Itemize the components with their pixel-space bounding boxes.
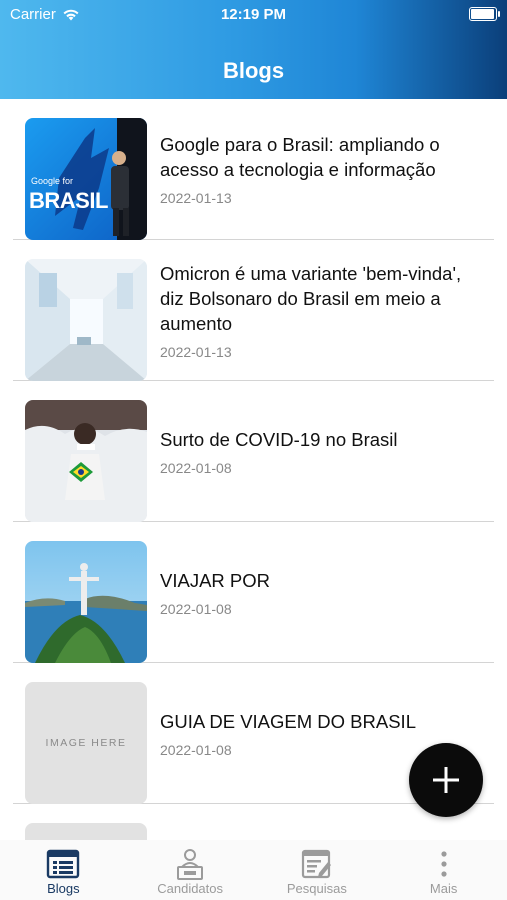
- plus-icon: [433, 767, 459, 793]
- thumb-caption: BRASIL: [29, 188, 108, 213]
- covid-protest-image: [25, 400, 147, 522]
- post-thumbnail-placeholder: IMAGE HERE: [25, 682, 147, 804]
- post-date: 2022-01-08: [160, 459, 232, 476]
- blog-list-item[interactable]: VIAJAR POR 2022-01-08: [13, 522, 494, 663]
- tab-label: Candidatos: [157, 881, 224, 896]
- post-title: Surto de COVID-19 no Brasil: [160, 428, 398, 450]
- tab-bar: Blogs Candidatos Pesquisas Mais: [0, 840, 507, 900]
- battery-icon: [469, 7, 500, 21]
- post-date: 2022-01-13: [160, 343, 232, 360]
- post-thumbnail-rio: [25, 541, 147, 663]
- post-thumbnail-hospital: [25, 259, 147, 381]
- page-title: Blogs: [222, 58, 285, 83]
- blog-list-item[interactable]: [13, 804, 494, 840]
- post-title: Omicron é uma variante 'bem-vinda', diz …: [160, 262, 462, 334]
- post-thumbnail-placeholder: [25, 823, 147, 840]
- blog-list-item[interactable]: Google for BRASIL Google para o Brasil: …: [13, 99, 494, 240]
- clock: 12:19 PM: [220, 6, 287, 23]
- blog-list-item[interactable]: Surto de COVID-19 no Brasil 2022-01-08: [13, 381, 494, 522]
- post-date: 2022-01-08: [160, 600, 232, 617]
- post-thumbnail-covid: [25, 400, 147, 522]
- tab-label: Pesquisas: [286, 881, 347, 896]
- tab-blogs[interactable]: Blogs: [0, 840, 127, 900]
- post-title: VIAJAR POR: [160, 569, 270, 591]
- more-vertical-icon: [441, 851, 447, 877]
- thumb-caption-small: Google for: [31, 176, 74, 186]
- post-date: 2022-01-13: [160, 190, 232, 206]
- tab-mais[interactable]: Mais: [380, 840, 507, 900]
- hospital-corridor-image: [25, 259, 147, 381]
- post-title: GUIA DE VIAGEM DO BRASIL: [160, 710, 416, 732]
- add-post-button[interactable]: [409, 743, 483, 817]
- battery-fill: [471, 9, 494, 19]
- tab-pesquisas[interactable]: Pesquisas: [254, 840, 381, 900]
- blog-list[interactable]: Google for BRASIL Google para o Brasil: …: [0, 99, 507, 840]
- status-bar: Carrier 12:19 PM: [0, 0, 507, 30]
- survey-edit-icon: [301, 849, 331, 879]
- placeholder-text: IMAGE HERE: [45, 737, 127, 749]
- tab-label: Blogs: [47, 881, 80, 896]
- post-title: Google para o Brasil: ampliando o acesso…: [160, 134, 440, 180]
- tab-label: Mais: [429, 881, 458, 896]
- app-header: Carrier 12:19 PM Blogs: [0, 0, 507, 99]
- candidate-podium-icon: [177, 849, 204, 880]
- blog-list-item[interactable]: Omicron é uma variante 'bem-vinda', diz …: [13, 240, 494, 381]
- post-thumbnail-google: Google for BRASIL: [25, 118, 147, 240]
- blogs-list-icon: [47, 849, 80, 879]
- tab-candidatos[interactable]: Candidatos: [127, 840, 254, 900]
- christ-redeemer-image: [25, 541, 147, 663]
